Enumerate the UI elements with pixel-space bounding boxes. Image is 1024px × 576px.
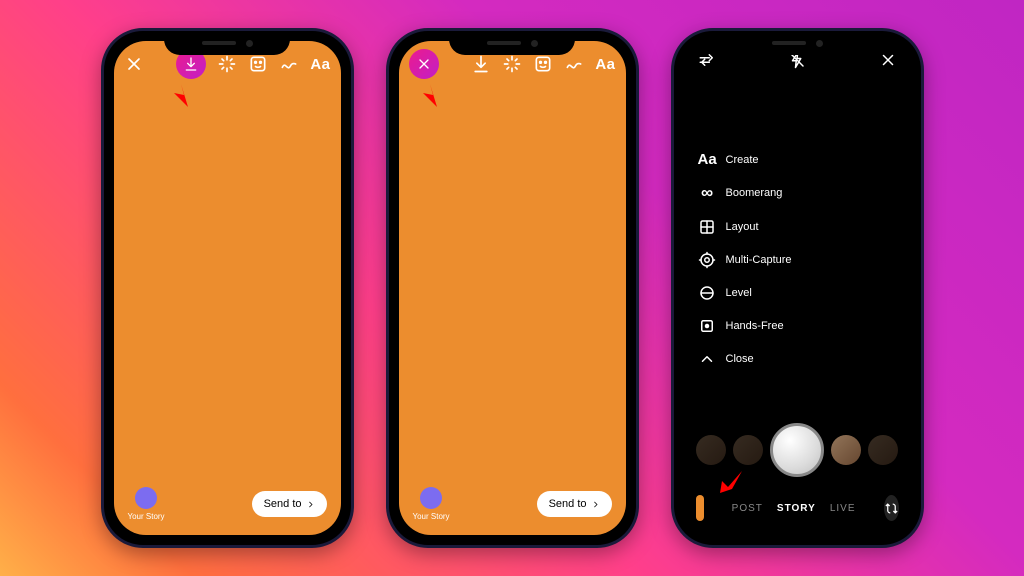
chevron-up-icon — [698, 350, 716, 368]
boomerang-icon: ∞ — [698, 183, 716, 203]
chevron-right-icon — [591, 500, 600, 509]
chevron-right-icon — [306, 500, 315, 509]
camera-ui: Aa Create ∞ Boomerang Layout Multi-Captu… — [684, 41, 911, 535]
phone-right: Aa Create ∞ Boomerang Layout Multi-Captu… — [671, 28, 924, 548]
tutorial-arrow-icon — [415, 77, 447, 109]
phone-left: Aa Your Story Send to — [101, 28, 354, 548]
layout-icon — [698, 218, 716, 236]
notch — [164, 31, 290, 55]
switch-camera-button[interactable] — [884, 495, 899, 521]
gallery-thumbnail[interactable] — [696, 495, 704, 521]
your-story-button[interactable]: Your Story — [413, 487, 450, 521]
filter-thumb[interactable] — [696, 435, 726, 465]
avatar — [135, 487, 157, 509]
tool-close-menu[interactable]: Close — [698, 350, 792, 368]
tool-layout[interactable]: Layout — [698, 218, 792, 236]
your-story-label: Your Story — [128, 512, 165, 521]
send-to-button[interactable]: Send to — [537, 491, 612, 517]
close-icon[interactable] — [124, 54, 144, 74]
phone-middle: Aa Your Story Send to — [386, 28, 639, 548]
tool-boomerang[interactable]: ∞ Boomerang — [698, 183, 792, 203]
editor-bottom-bar: Your Story Send to — [399, 487, 626, 521]
close-icon[interactable] — [879, 51, 897, 69]
effects-icon[interactable] — [502, 54, 522, 74]
avatar — [420, 487, 442, 509]
tutorial-arrow-icon — [166, 77, 198, 109]
text-tool-icon[interactable]: Aa — [595, 56, 615, 73]
tutorial-arrow-icon — [716, 465, 748, 497]
camera-tools-menu: Aa Create ∞ Boomerang Layout Multi-Captu… — [698, 151, 792, 368]
level-icon — [698, 284, 716, 302]
your-story-button[interactable]: Your Story — [128, 487, 165, 521]
capture-mode-bar: POST STORY LIVE — [684, 495, 911, 521]
sticker-icon[interactable] — [248, 54, 268, 74]
draw-icon[interactable] — [279, 54, 299, 74]
settings-icon[interactable] — [698, 51, 716, 69]
send-to-button[interactable]: Send to — [252, 491, 327, 517]
your-story-label: Your Story — [413, 512, 450, 521]
mode-post[interactable]: POST — [732, 503, 763, 514]
handsfree-icon — [698, 317, 716, 335]
sticker-icon[interactable] — [533, 54, 553, 74]
notch — [449, 31, 575, 55]
tool-create[interactable]: Aa Create — [698, 151, 792, 168]
filter-thumb[interactable] — [831, 435, 861, 465]
mode-live[interactable]: LIVE — [830, 503, 856, 514]
filter-thumb[interactable] — [868, 435, 898, 465]
shutter-button[interactable] — [770, 423, 824, 477]
editor-bottom-bar: Your Story Send to — [114, 487, 341, 521]
mode-story[interactable]: STORY — [777, 503, 816, 514]
text-tool-icon[interactable]: Aa — [310, 56, 330, 73]
multicapture-icon — [698, 251, 716, 269]
send-to-label: Send to — [549, 498, 587, 510]
download-icon[interactable] — [183, 56, 199, 72]
notch — [734, 31, 860, 55]
download-icon[interactable] — [471, 54, 491, 74]
tool-handsfree[interactable]: Hands-Free — [698, 317, 792, 335]
send-to-label: Send to — [264, 498, 302, 510]
close-icon[interactable] — [416, 56, 432, 72]
effects-icon[interactable] — [217, 54, 237, 74]
filter-thumb[interactable] — [733, 435, 763, 465]
story-editor: Aa Your Story Send to — [114, 41, 341, 535]
story-editor: Aa Your Story Send to — [399, 41, 626, 535]
tool-level[interactable]: Level — [698, 284, 792, 302]
draw-icon[interactable] — [564, 54, 584, 74]
create-icon: Aa — [698, 151, 716, 168]
close-highlight — [409, 49, 439, 79]
tool-multicapture[interactable]: Multi-Capture — [698, 251, 792, 269]
